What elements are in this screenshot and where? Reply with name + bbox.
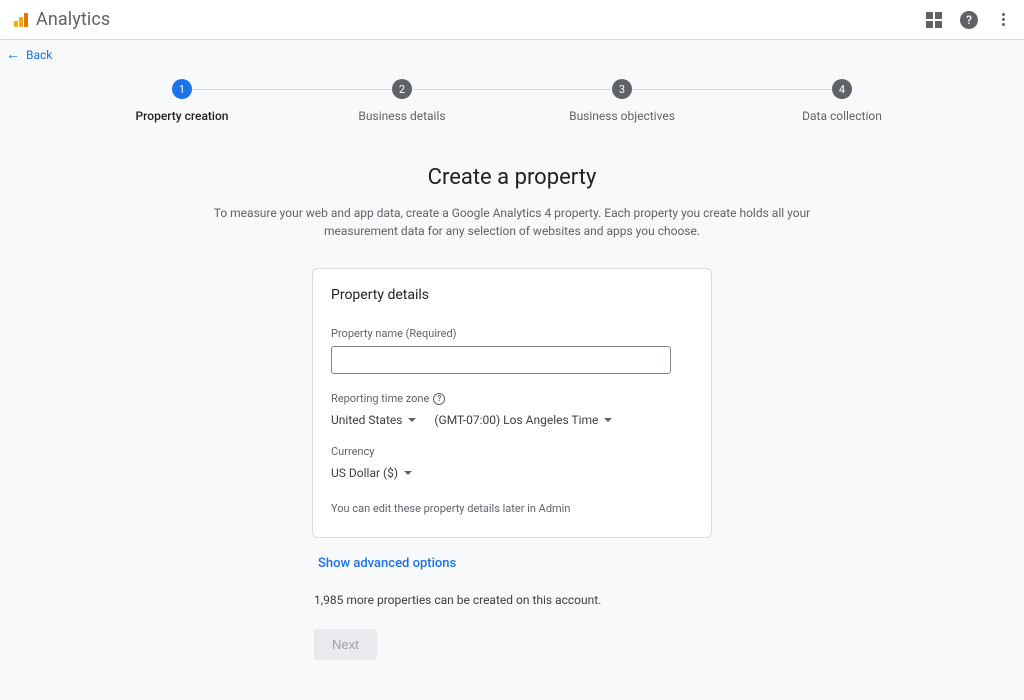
currency-value: US Dollar ($) bbox=[331, 466, 398, 480]
main-area: 1 Property creation 2 Business details 3… bbox=[0, 69, 1024, 700]
help-icon[interactable]: ? bbox=[960, 11, 978, 29]
below-card-area: Show advanced options 1,985 more propert… bbox=[312, 538, 712, 660]
app-title: Analytics bbox=[36, 9, 110, 30]
timezone-label-text: Reporting time zone bbox=[331, 392, 429, 405]
chevron-down-icon bbox=[404, 471, 412, 475]
step-label: Business details bbox=[358, 109, 445, 123]
show-advanced-options-link[interactable]: Show advanced options bbox=[318, 556, 456, 571]
back-row: ← Back bbox=[0, 40, 1024, 69]
step-number: 3 bbox=[612, 79, 632, 99]
step-label: Property creation bbox=[136, 109, 229, 123]
help-circle-icon[interactable]: ? bbox=[433, 393, 445, 405]
chevron-down-icon bbox=[408, 418, 416, 422]
step-business-details[interactable]: 2 Business details bbox=[292, 79, 512, 123]
analytics-logo-icon bbox=[14, 13, 28, 27]
step-number: 4 bbox=[832, 79, 852, 99]
back-link[interactable]: ← Back bbox=[6, 48, 52, 62]
stepper: 1 Property creation 2 Business details 3… bbox=[32, 79, 992, 123]
header-right: ? bbox=[926, 11, 1010, 29]
step-label: Data collection bbox=[802, 109, 882, 123]
edit-hint: You can edit these property details late… bbox=[331, 502, 693, 515]
apps-icon[interactable] bbox=[926, 12, 942, 28]
header-left: Analytics bbox=[14, 9, 110, 30]
property-name-input[interactable] bbox=[331, 346, 671, 374]
currency-label: Currency bbox=[331, 445, 693, 458]
page-title: Create a property bbox=[0, 165, 1024, 190]
step-data-collection[interactable]: 4 Data collection bbox=[732, 79, 952, 123]
overflow-menu-icon[interactable] bbox=[996, 13, 1010, 26]
next-button[interactable]: Next bbox=[314, 629, 377, 660]
step-number: 1 bbox=[172, 79, 192, 99]
timezone-country-value: United States bbox=[331, 413, 402, 427]
timezone-label: Reporting time zone ? bbox=[331, 392, 693, 405]
currency-dropdown[interactable]: US Dollar ($) bbox=[331, 466, 412, 480]
arrow-left-icon: ← bbox=[6, 48, 20, 62]
timezone-value-dropdown[interactable]: (GMT-07:00) Los Angeles Time bbox=[434, 413, 612, 427]
chevron-down-icon bbox=[604, 418, 612, 422]
step-label: Business objectives bbox=[569, 109, 675, 123]
step-property-creation[interactable]: 1 Property creation bbox=[72, 79, 292, 123]
back-label: Back bbox=[26, 48, 52, 62]
app-header: Analytics ? bbox=[0, 0, 1024, 40]
page-description: To measure your web and app data, create… bbox=[202, 204, 822, 240]
timezone-country-dropdown[interactable]: United States bbox=[331, 413, 416, 427]
property-details-card: Property details Property name (Required… bbox=[312, 268, 712, 538]
timezone-value: (GMT-07:00) Los Angeles Time bbox=[434, 413, 598, 427]
step-business-objectives[interactable]: 3 Business objectives bbox=[512, 79, 732, 123]
property-name-label: Property name (Required) bbox=[331, 327, 693, 340]
card-title: Property details bbox=[331, 287, 693, 303]
properties-remaining-text: 1,985 more properties can be created on … bbox=[314, 593, 712, 607]
step-number: 2 bbox=[392, 79, 412, 99]
